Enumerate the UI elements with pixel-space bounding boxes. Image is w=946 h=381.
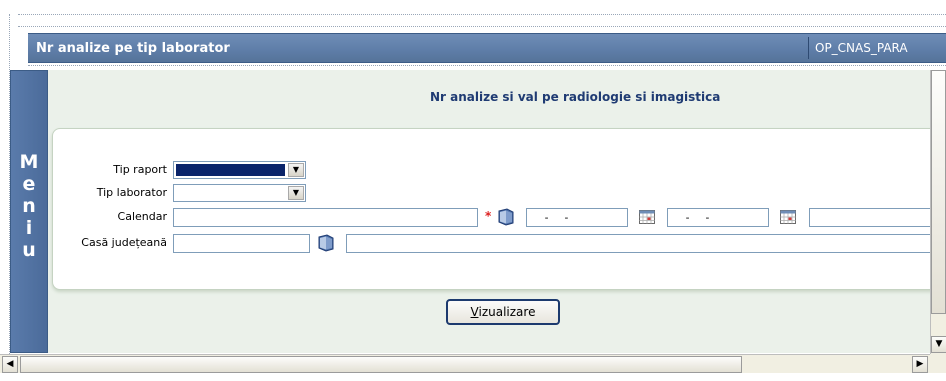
content-area: Nr analize si val pe radiologie si imagi… [48, 70, 946, 353]
lookup-book-icon[interactable] [497, 208, 515, 226]
chevron-down-icon[interactable]: ▼ [288, 163, 304, 177]
page-title: Nr analize pe tip laborator [36, 41, 230, 56]
calendar-icon[interactable] [639, 210, 655, 224]
calendar-icon[interactable] [780, 210, 796, 224]
casa-code-input[interactable] [173, 234, 310, 253]
tip-raport-label: Tip raport [113, 163, 167, 176]
page-title-bar: Nr analize pe tip laborator OP_CNAS_PARA [28, 33, 946, 63]
scroll-right-arrow-icon[interactable]: ▶ [912, 356, 928, 373]
vizualizare-button[interactable]: Vizualizare [446, 299, 560, 325]
scroll-left-arrow-icon[interactable]: ◀ [2, 356, 18, 373]
button-label: izualizare [478, 305, 536, 319]
chevron-down-icon[interactable]: ▼ [288, 186, 304, 200]
top-frame-strip [18, 0, 946, 27]
date-to-input[interactable]: - - [667, 208, 769, 227]
menu-label: M e n i u [19, 151, 39, 261]
horizontal-scrollbar[interactable]: ◀ ▶ [0, 354, 930, 373]
tip-laborator-label: Tip laborator [96, 186, 167, 199]
tip-raport-select[interactable]: ▼ [173, 161, 306, 179]
menu-toggle[interactable]: M e n i u [10, 70, 48, 353]
report-code: OP_CNAS_PARA [808, 37, 946, 59]
selected-option-highlight [176, 164, 285, 176]
vertical-scrollbar[interactable]: ▼ [930, 70, 946, 373]
lookup-book-icon[interactable] [317, 234, 335, 252]
bottom-frame-strip [0, 373, 946, 381]
calendar-input[interactable] [173, 208, 478, 227]
title-divider [28, 65, 946, 66]
report-title: Nr analize si val pe radiologie si imagi… [430, 90, 721, 104]
required-marker: * [485, 209, 492, 223]
casa-name-input[interactable] [346, 234, 931, 253]
calendar-description-input[interactable] [809, 208, 939, 227]
filter-form: Tip raport ▼ Tip laborator ▼ Calendar * … [52, 128, 946, 290]
scroll-down-arrow-icon[interactable]: ▼ [931, 336, 946, 353]
vertical-scroll-thumb[interactable] [931, 70, 946, 314]
casa-judeteana-label: Casă județeană [81, 236, 167, 249]
horizontal-scroll-thumb[interactable] [20, 356, 742, 373]
date-from-input[interactable]: - - [526, 208, 628, 227]
calendar-label: Calendar [117, 210, 167, 223]
tip-laborator-select[interactable]: ▼ [173, 184, 306, 202]
